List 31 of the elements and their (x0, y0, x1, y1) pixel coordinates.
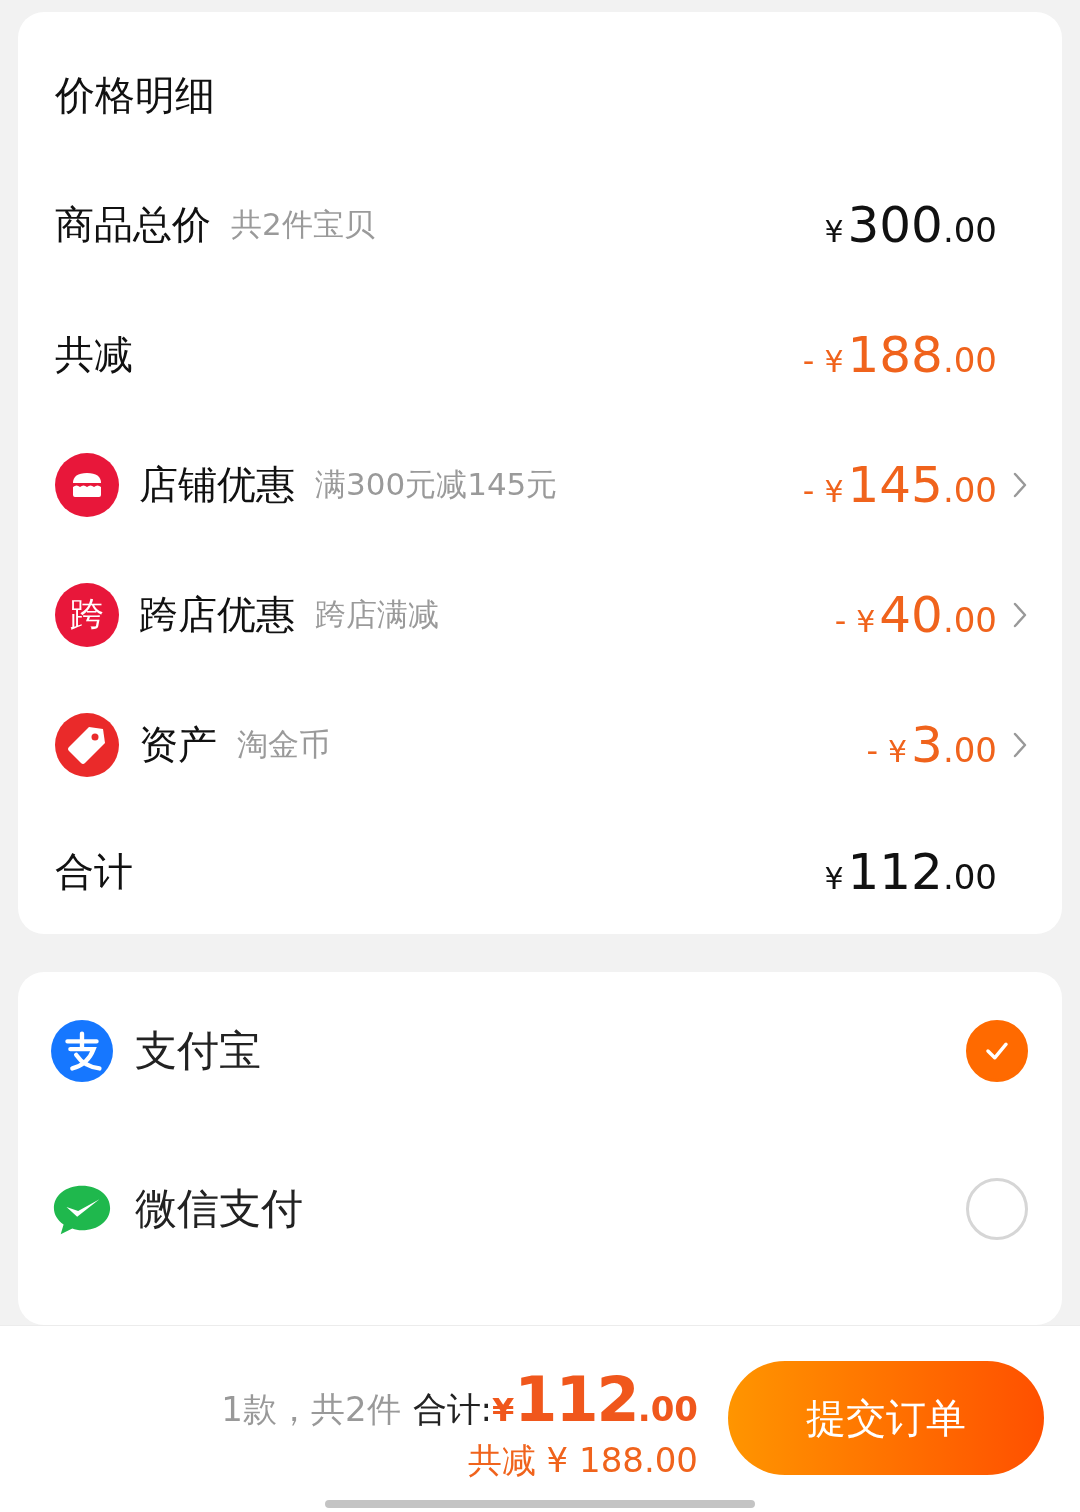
row-note: 满300元减145元 (315, 465, 558, 504)
total-amount: ¥112.00 (492, 1363, 698, 1436)
amount: - ¥40.00 (834, 586, 997, 644)
row-label: 合计 (55, 848, 133, 896)
row-label: 共减 (55, 331, 133, 379)
row-label: 跨店优惠 (139, 591, 295, 639)
row-note: 跨店满减 (315, 595, 439, 634)
row-label: 店铺优惠 (139, 461, 295, 509)
amount: - ¥188.00 (802, 326, 997, 384)
payment-name: 支付宝 (135, 1025, 262, 1077)
chevron-icon[interactable] (1012, 601, 1028, 629)
store-icon (55, 453, 119, 517)
chevron-icon[interactable] (1012, 731, 1028, 759)
amount: ¥300.00 (824, 196, 997, 254)
section-title: 价格明细 (55, 71, 216, 120)
tag-icon (55, 713, 119, 777)
submit-order-button[interactable]: 提交订单 (728, 1361, 1044, 1475)
amount: - ¥145.00 (802, 456, 997, 514)
badge-icon: 跨 (55, 583, 119, 647)
amount: - ¥3.00 (866, 716, 997, 774)
chevron-icon[interactable] (1012, 471, 1028, 499)
amount: ¥112.00 (824, 843, 997, 901)
total-label: 合计: (412, 1388, 493, 1431)
saved-amount: 共减 ¥ 188.00 (467, 1439, 698, 1482)
row-label: 商品总价 (55, 201, 211, 249)
item-count: 1款，共2件 (221, 1388, 401, 1431)
alipay-icon (51, 1020, 113, 1082)
row-label: 资产 (139, 721, 217, 769)
row-note: 共2件宝贝 (231, 205, 375, 244)
row-note: 淘金币 (237, 725, 330, 764)
payment-name: 微信支付 (135, 1183, 304, 1235)
